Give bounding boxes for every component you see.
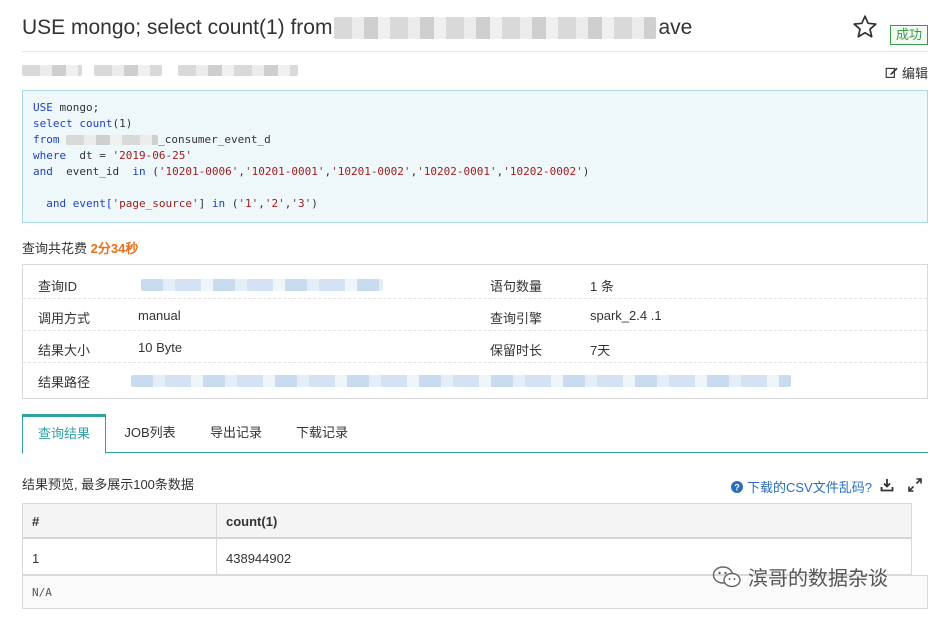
edit-label: 编辑 — [901, 66, 928, 81]
retention-label: 保留时长 — [490, 343, 543, 358]
csv-help-text: 下载的CSV文件乱码? — [747, 480, 872, 495]
fullscreen-icon[interactable] — [908, 478, 922, 492]
svg-text:?: ? — [734, 482, 740, 492]
code-line-3: from _consumer_event_d — [33, 133, 271, 146]
redacted-title-segment — [334, 17, 657, 40]
code-line-2: select count(1) — [33, 117, 133, 130]
query-info-panel: 查询ID 语句数量 1 条 调用方式 manual 查询引擎 spark_2.4… — [22, 264, 928, 399]
cost-value: 2分34秒 — [90, 241, 139, 256]
download-icon[interactable] — [880, 478, 894, 492]
info-row-2: 调用方式 manual 查询引擎 spark_2.4 .1 — [23, 299, 927, 331]
query-id-label: 查询ID — [38, 279, 78, 294]
title-text-start: USE mongo; select count(1) from — [22, 16, 333, 39]
redacted-table-name — [66, 135, 159, 145]
watermark: 滨哥的数据杂谈 — [712, 562, 888, 591]
info-row-4: 结果路径 — [23, 363, 927, 395]
column-divider — [216, 504, 217, 575]
row-count-cell: 438944902 — [226, 551, 292, 566]
result-size-label: 结果大小 — [38, 343, 91, 358]
edit-icon — [885, 67, 898, 78]
cost-label: 查询共花费 — [22, 241, 91, 256]
page-title: USE mongo; select count(1) from ave — [22, 16, 692, 40]
watermark-text: 滨哥的数据杂谈 — [748, 566, 888, 590]
redacted-meta-1 — [22, 65, 82, 76]
table-header: # count(1) — [23, 504, 911, 539]
redacted-meta-2 — [94, 65, 162, 76]
preview-label: 结果预览, 最多展示100条数据 — [22, 477, 194, 492]
result-size-value: 10 Byte — [138, 340, 183, 355]
redacted-meta-3 — [178, 65, 298, 76]
statement-count-label: 语句数量 — [490, 279, 543, 294]
engine-value: spark_2.4 .1 — [590, 308, 662, 323]
status-badge: 成功 — [890, 25, 928, 45]
wechat-icon — [712, 565, 741, 587]
tab-query-result[interactable]: 查询结果 — [22, 414, 106, 454]
title-text-end: ave — [658, 16, 693, 39]
edit-button[interactable]: 编辑 — [885, 63, 928, 82]
redacted-query-id — [141, 279, 383, 291]
redacted-result-path — [131, 375, 791, 387]
retention-value: 7天 — [590, 343, 611, 358]
info-row-1: 查询ID 语句数量 1 条 — [23, 267, 927, 299]
statement-count-value: 1 条 — [590, 279, 614, 294]
code-line-1: USE mongo; — [33, 101, 100, 114]
row-index-cell: 1 — [32, 551, 40, 566]
engine-label: 查询引擎 — [490, 311, 543, 326]
tab-export-records[interactable]: 导出记录 — [198, 414, 274, 453]
tab-download-records[interactable]: 下载记录 — [284, 414, 360, 453]
page-header: USE mongo; select count(1) from ave 成功 — [22, 12, 928, 52]
call-mode-label: 调用方式 — [38, 311, 91, 326]
query-cost: 查询共花费 2分34秒 — [22, 238, 138, 257]
column-header-index: # — [32, 514, 40, 529]
sql-code-block: USE mongo; select count(1) from _consume… — [22, 90, 928, 223]
result-path-label: 结果路径 — [38, 375, 91, 390]
tab-job-list[interactable]: JOB列表 — [112, 414, 188, 453]
code-line-5: and event_id in ('10201-0006','10201-000… — [33, 165, 590, 178]
meta-row: 编辑 — [22, 63, 928, 82]
result-tabs: 查询结果 JOB列表 导出记录 下载记录 — [22, 414, 928, 454]
info-row-3: 结果大小 10 Byte 保留时长 7天 — [23, 331, 927, 363]
help-icon: ? — [731, 480, 743, 493]
star-icon[interactable] — [852, 14, 878, 40]
csv-help-link[interactable]: ? 下载的CSV文件乱码? — [731, 477, 872, 496]
code-line-4: where dt = '2019-06-25' — [33, 149, 192, 162]
column-header-count: count(1) — [226, 514, 278, 529]
code-line-7: and event['page_source'] in ('1','2','3'… — [46, 197, 318, 210]
call-mode-value: manual — [138, 308, 181, 323]
